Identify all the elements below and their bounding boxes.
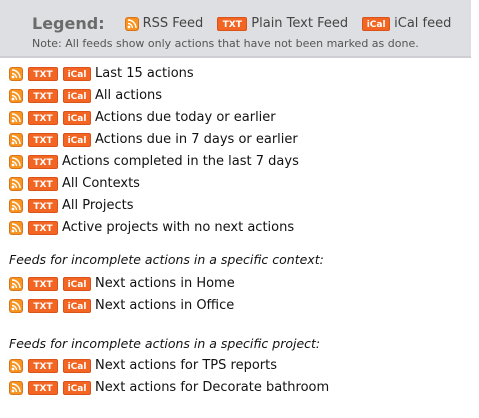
feed-label: Actions due in 7 days or earlier: [95, 132, 298, 147]
feed-row: TXT Active projects with no next actions: [9, 220, 294, 235]
rss-feed-link-icon[interactable]: [9, 66, 23, 81]
feed-row: TXT iCal Next actions for Decorate bathroo…: [9, 380, 329, 395]
legend-ical-label: iCal feed: [394, 16, 452, 31]
feed-row: TXT Actions completed in the last 7 days: [9, 154, 299, 169]
rss-feed-link-icon[interactable]: [9, 198, 23, 213]
rss-feed-link-icon[interactable]: [9, 154, 23, 169]
legend-txt: TXT Plain Text Feed: [217, 16, 348, 31]
ical-feed-link-icon[interactable]: iCal: [63, 358, 91, 373]
rss-feed-link-icon[interactable]: [9, 110, 23, 125]
feed-label: Last 15 actions: [95, 66, 194, 81]
rss-feed-link-icon[interactable]: [9, 380, 23, 395]
feed-row: TXT iCal All actions: [9, 88, 162, 103]
txt-feed-link-icon[interactable]: TXT: [28, 198, 58, 213]
feed-label: Next actions in Home: [95, 276, 235, 291]
ical-feed-link-icon[interactable]: iCal: [63, 380, 91, 395]
rss-feed-link-icon[interactable]: [9, 132, 23, 147]
ical-feed-link-icon[interactable]: iCal: [63, 132, 91, 147]
feed-row: TXT All Projects: [9, 198, 134, 213]
txt-feed-link-icon[interactable]: TXT: [28, 220, 58, 235]
feed-label: All Projects: [62, 198, 134, 213]
feed-row: TXT iCal Next actions in Home: [9, 276, 235, 291]
feed-label: Next actions in Office: [95, 298, 235, 313]
feed-label: All Contexts: [62, 176, 140, 191]
txt-feed-link-icon[interactable]: TXT: [28, 358, 58, 373]
txt-feed-link-icon[interactable]: TXT: [28, 132, 58, 147]
rss-feed-link-icon[interactable]: [9, 220, 23, 235]
txt-feed-link-icon[interactable]: TXT: [28, 176, 58, 191]
ical-feed-link-icon[interactable]: iCal: [63, 276, 91, 291]
ical-feed-link-icon[interactable]: iCal: [63, 88, 91, 103]
ical-feed-link-icon[interactable]: iCal: [63, 110, 91, 125]
txt-feed-link-icon[interactable]: TXT: [28, 66, 58, 81]
legend-txt-label: Plain Text Feed: [251, 16, 349, 31]
txt-feed-link-icon[interactable]: TXT: [28, 380, 58, 395]
rss-feed-link-icon[interactable]: [9, 298, 23, 313]
feed-label: Actions completed in the last 7 days: [62, 154, 299, 169]
txt-icon: TXT: [217, 16, 248, 31]
legend-rss: RSS Feed: [124, 16, 204, 31]
rss-feed-link-icon[interactable]: [9, 276, 23, 291]
ical-feed-link-icon[interactable]: iCal: [63, 66, 91, 81]
section-heading: Feeds for incomplete actions in a specif…: [9, 252, 324, 267]
feed-row: TXT iCal Actions due in 7 days or earlier: [9, 132, 298, 147]
txt-feed-link-icon[interactable]: TXT: [28, 110, 58, 125]
rss-feed-link-icon[interactable]: [9, 88, 23, 103]
feed-label: Actions due today or earlier: [95, 110, 276, 125]
ical-icon: iCal: [362, 16, 391, 31]
feed-label: Active projects with no next actions: [62, 220, 295, 235]
legend-ical: iCal iCal feed: [362, 16, 451, 31]
legend-panel: Legend: RSS Feed TXT Plain Text Feed iCa…: [0, 0, 471, 58]
feed-label: Next actions for Decorate bathroom: [95, 380, 330, 395]
rss-feed-link-icon[interactable]: [9, 176, 23, 191]
txt-feed-link-icon[interactable]: TXT: [28, 276, 58, 291]
feed-row: TXT iCal Next actions for TPS reports: [9, 358, 277, 373]
feed-row: TXT iCal Last 15 actions: [9, 66, 194, 81]
txt-feed-link-icon[interactable]: TXT: [28, 298, 58, 313]
legend-note: Note: All feeds show only actions that h…: [32, 37, 419, 50]
txt-feed-link-icon[interactable]: TXT: [28, 154, 58, 169]
feed-row: TXT All Contexts: [9, 176, 140, 191]
txt-feed-link-icon[interactable]: TXT: [28, 88, 58, 103]
feed-label: All actions: [95, 88, 163, 103]
section-heading: Feeds for incomplete actions in a specif…: [9, 336, 321, 351]
ical-feed-link-icon[interactable]: iCal: [63, 298, 91, 313]
legend-title: Legend:: [32, 14, 105, 33]
feed-label: Next actions for TPS reports: [95, 358, 277, 373]
rss-feed-link-icon[interactable]: [9, 358, 23, 373]
rss-icon: [124, 16, 139, 31]
legend-rss-label: RSS Feed: [142, 16, 204, 31]
feed-row: TXT iCal Actions due today or earlier: [9, 110, 276, 125]
legend-row: Legend: RSS Feed TXT Plain Text Feed iCa…: [32, 14, 465, 33]
feed-row: TXT iCal Next actions in Office: [9, 298, 234, 313]
